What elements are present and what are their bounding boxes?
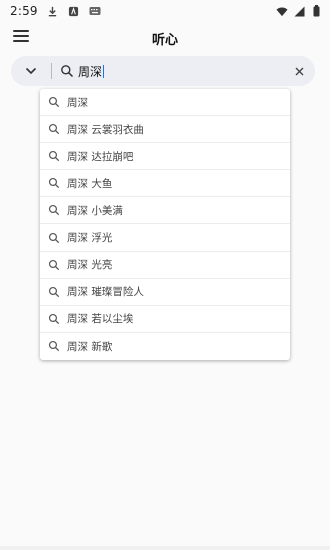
search-query: 周深 <box>78 64 103 79</box>
suggestion-item[interactable]: 周深 小美满 <box>40 197 290 225</box>
suggestion-item[interactable]: 周深 浮光 <box>40 224 290 252</box>
download-icon <box>47 5 59 17</box>
collapse-button[interactable] <box>11 56 51 86</box>
suggestion-item[interactable]: 周深 大鱼 <box>40 170 290 198</box>
search-icon <box>48 177 60 189</box>
search-icon <box>60 64 74 78</box>
search-icon <box>48 340 60 352</box>
close-icon <box>295 67 303 75</box>
suggestion-label: 周深 <box>67 96 88 109</box>
app-bar: 听心 <box>0 22 330 52</box>
search-icon <box>48 232 60 244</box>
search-bar: 周深 <box>11 56 315 86</box>
search-icon <box>48 286 60 298</box>
suggestion-label: 周深 新歌 <box>67 340 113 353</box>
signal-icon <box>293 5 305 17</box>
status-time: 2:59 <box>10 4 38 18</box>
suggestion-item[interactable]: 周深 璀璨冒险人 <box>40 279 290 306</box>
app-title: 听心 <box>151 33 178 48</box>
text-caret <box>103 64 105 78</box>
suggestion-item[interactable]: 周深 光亮 <box>40 252 290 279</box>
battery-icon <box>310 5 322 17</box>
search-icon <box>48 204 60 216</box>
wifi-icon <box>276 5 288 17</box>
status-right <box>276 5 322 17</box>
suggestion-label: 周深 浮光 <box>67 232 113 245</box>
suggestion-item[interactable]: 周深 达拉崩吧 <box>40 143 290 171</box>
suggestion-label: 周深 云裳羽衣曲 <box>67 123 144 136</box>
search-icon <box>48 96 60 108</box>
suggestion-label: 周深 璀璨冒险人 <box>67 286 144 299</box>
search-icon <box>48 150 60 162</box>
suggestion-item[interactable]: 周深 新歌 <box>40 333 290 360</box>
search-input[interactable]: 周深 <box>78 59 285 83</box>
suggestion-label: 周深 若以尘埃 <box>67 313 134 326</box>
suggestion-item[interactable]: 周深 若以尘埃 <box>40 306 290 333</box>
app-notification-icon <box>68 5 80 17</box>
suggestion-label: 周深 大鱼 <box>67 177 113 190</box>
status-bar: 2:59 <box>0 0 330 22</box>
status-left: 2:59 <box>10 4 101 18</box>
search-icon <box>48 123 60 135</box>
search-icon <box>48 259 60 271</box>
bottom-edge <box>0 546 330 550</box>
suggestion-label: 周深 光亮 <box>67 259 113 272</box>
search-divider <box>51 63 52 79</box>
clear-search-button[interactable] <box>285 56 313 86</box>
search-icon <box>48 313 60 325</box>
search-suggestions: 周深 周深 云裳羽衣曲 周深 达拉崩吧 周深 大鱼 周深 小美满 周深 浮光 周… <box>40 89 290 360</box>
suggestion-item[interactable]: 周深 云裳羽衣曲 <box>40 116 290 144</box>
keyboard-icon <box>89 5 101 17</box>
chevron-down-icon <box>25 67 37 75</box>
suggestion-label: 周深 达拉崩吧 <box>67 150 134 163</box>
suggestion-label: 周深 小美满 <box>67 204 123 217</box>
suggestion-item[interactable]: 周深 <box>40 89 290 117</box>
